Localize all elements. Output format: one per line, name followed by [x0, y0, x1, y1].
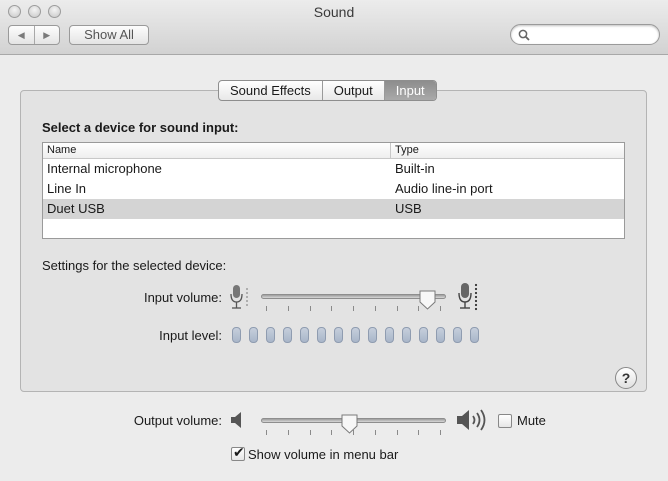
level-segment — [283, 327, 292, 343]
table-row[interactable]: Line In Audio line-in port — [43, 179, 624, 199]
level-segment — [351, 327, 360, 343]
microphone-low-icon — [230, 285, 248, 309]
device-name: Internal microphone — [47, 161, 162, 176]
device-name: Line In — [47, 181, 87, 196]
window-title: Sound — [313, 4, 355, 20]
speaker-high-icon — [457, 409, 486, 431]
input-volume-ticks — [266, 306, 441, 312]
level-segment — [317, 327, 326, 343]
search-input[interactable] — [510, 24, 660, 45]
device-type: USB — [395, 201, 422, 216]
help-button[interactable]: ? — [615, 367, 637, 389]
level-segment — [385, 327, 394, 343]
back-forward-control: ◀ ▶ — [8, 25, 60, 45]
table-row[interactable]: Duet USB USB — [43, 199, 624, 219]
tab-input[interactable]: Input — [384, 81, 436, 100]
input-volume-label: Input volume: — [143, 290, 222, 305]
show-all-button[interactable]: Show All — [69, 25, 149, 45]
level-segment — [453, 327, 462, 343]
level-segment — [249, 327, 258, 343]
speaker-low-icon — [231, 412, 241, 428]
search-icon — [518, 29, 530, 41]
show-volume-checkbox[interactable]: ✔ — [231, 444, 245, 461]
level-segment — [334, 327, 343, 343]
settings-label: Settings for the selected device: — [42, 258, 227, 273]
level-segment — [436, 327, 445, 343]
input-device-table: Name Type Internal microphone Built-in L… — [42, 142, 625, 239]
table-row[interactable]: Internal microphone Built-in — [43, 159, 624, 179]
device-name: Duet USB — [47, 201, 105, 216]
mute-checkbox[interactable] — [498, 414, 512, 428]
output-volume-label: Output volume: — [133, 413, 222, 428]
device-type: Audio line-in port — [395, 181, 493, 196]
tab-panel — [20, 90, 647, 392]
back-arrow-icon[interactable]: ◀ — [9, 26, 35, 44]
input-volume-thumb[interactable] — [419, 290, 436, 310]
device-type: Built-in — [395, 161, 435, 176]
level-segment — [266, 327, 275, 343]
tab-output[interactable]: Output — [323, 81, 385, 100]
level-segment — [419, 327, 428, 343]
window-titlebar: Sound ◀ ▶ Show All — [0, 0, 668, 55]
input-level-meter — [232, 327, 479, 343]
column-header-type[interactable]: Type — [391, 143, 419, 158]
level-segment — [402, 327, 411, 343]
show-volume-label: Show volume in menu bar — [248, 447, 399, 462]
forward-arrow-icon[interactable]: ▶ — [35, 26, 60, 44]
output-volume-thumb[interactable] — [341, 414, 358, 434]
column-header-name[interactable]: Name — [43, 143, 391, 158]
mute-label: Mute — [517, 413, 546, 428]
microphone-high-icon — [458, 283, 478, 311]
level-segment — [300, 327, 309, 343]
level-segment — [368, 327, 377, 343]
table-header: Name Type — [43, 143, 624, 159]
tab-sound-effects[interactable]: Sound Effects — [219, 81, 323, 100]
section-title: Select a device for sound input: — [42, 120, 239, 135]
level-segment — [232, 327, 241, 343]
input-level-label: Input level: — [159, 328, 222, 343]
checkmark-icon: ✔ — [233, 444, 245, 460]
level-segment — [470, 327, 479, 343]
tab-bar: Sound Effects Output Input — [218, 80, 437, 101]
